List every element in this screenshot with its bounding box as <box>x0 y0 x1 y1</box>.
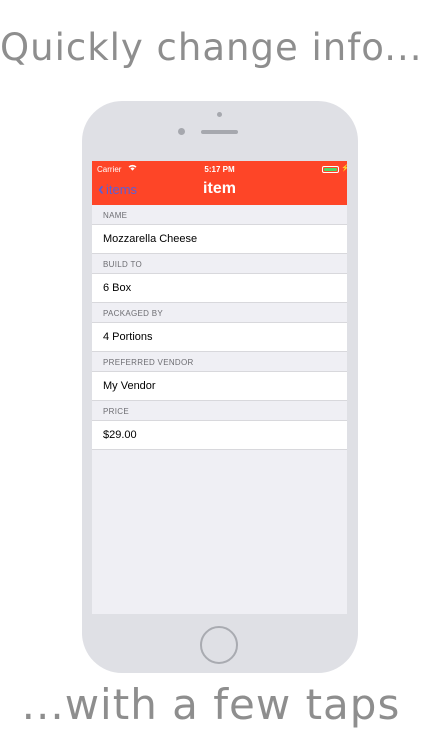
status-bar: Carrier 5:17 PM ⚡ <box>92 163 347 177</box>
front-camera <box>178 128 185 135</box>
home-button[interactable] <box>200 626 238 664</box>
battery-level <box>324 168 337 171</box>
section-header-preferred-vendor: PREFERRED VENDOR <box>92 352 347 372</box>
headline-top: Quickly change info... <box>0 26 422 69</box>
phone-frame: Carrier 5:17 PM ⚡ ‹ items item NAME Mozz… <box>82 101 358 673</box>
battery-icon <box>322 166 339 173</box>
name-field[interactable]: Mozzarella Cheese <box>92 225 347 254</box>
charging-bolt-icon: ⚡ <box>341 165 347 172</box>
section-header-price: PRICE <box>92 401 347 421</box>
headline-bottom: ...with a few taps <box>21 680 401 729</box>
build-to-field[interactable]: 6 Box <box>92 274 347 303</box>
price-field[interactable]: $29.00 <box>92 421 347 450</box>
sensor-dot <box>217 112 222 117</box>
phone-screen: Carrier 5:17 PM ⚡ ‹ items item NAME Mozz… <box>92 161 347 614</box>
earpiece-speaker <box>201 130 238 134</box>
packaged-by-field[interactable]: 4 Portions <box>92 323 347 352</box>
section-header-packaged-by: PACKAGED BY <box>92 303 347 323</box>
section-header-name: NAME <box>92 205 347 225</box>
item-form: NAME Mozzarella Cheese BUILD TO 6 Box PA… <box>92 205 347 450</box>
section-header-build-to: BUILD TO <box>92 254 347 274</box>
preferred-vendor-field[interactable]: My Vendor <box>92 372 347 401</box>
navigation-bar: Carrier 5:17 PM ⚡ ‹ items item <box>92 161 347 205</box>
status-time: 5:17 PM <box>204 165 235 174</box>
page-title: item <box>203 180 236 197</box>
